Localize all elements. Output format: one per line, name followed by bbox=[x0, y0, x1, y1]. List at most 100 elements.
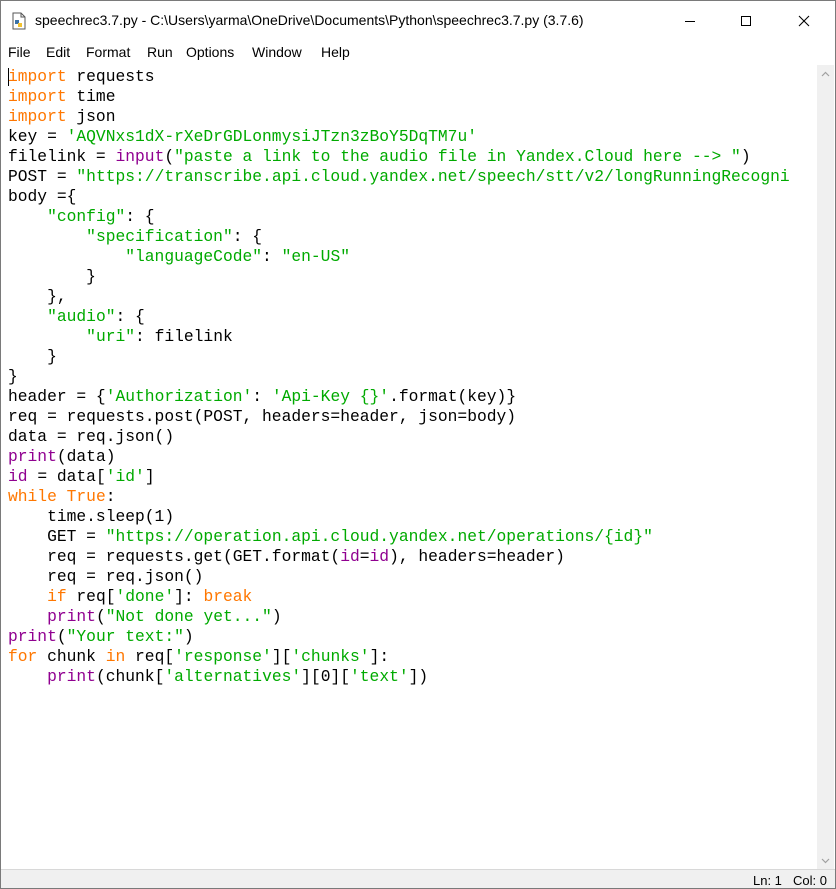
string-token: "https://transcribe.api.cloud.yandex.net… bbox=[76, 167, 790, 186]
code-line: key = 'AQVNxs1dX-rXeDrGDLonmysiJTzn3zBoY… bbox=[8, 127, 790, 147]
menu-run[interactable]: Run bbox=[147, 44, 173, 60]
code-line: "audio": { bbox=[8, 307, 790, 327]
code-token: req[ bbox=[66, 587, 116, 606]
code-token: time.sleep(1) bbox=[8, 507, 175, 526]
code-token: ) bbox=[183, 627, 194, 646]
string-token: 'text' bbox=[350, 667, 409, 686]
code-token: data = req.json() bbox=[8, 427, 175, 446]
code-token: POST = bbox=[8, 167, 77, 186]
code-token: req = req.json() bbox=[8, 567, 204, 586]
code-line: while True: bbox=[8, 487, 790, 507]
python-file-icon bbox=[10, 12, 28, 30]
code-line: print(chunk['alternatives'][0]['text']) bbox=[8, 667, 790, 687]
code-token: req[ bbox=[125, 647, 175, 666]
code-token: ] bbox=[144, 467, 155, 486]
code-token: ][0][ bbox=[301, 667, 351, 686]
code-token: : { bbox=[125, 207, 155, 226]
code-token: body ={ bbox=[8, 187, 77, 206]
code-token: : bbox=[252, 387, 272, 406]
code-token: req = requests.get(GET.format( bbox=[8, 547, 341, 566]
code-token: ]: bbox=[174, 587, 204, 606]
code-token: ) bbox=[271, 607, 282, 626]
string-token: "config" bbox=[47, 207, 126, 226]
code-line: "specification": { bbox=[8, 227, 790, 247]
string-token: "Your text:" bbox=[66, 627, 184, 646]
menu-edit[interactable]: Edit bbox=[46, 44, 70, 60]
code-line: import json bbox=[8, 107, 790, 127]
code-line: print("Your text:") bbox=[8, 627, 790, 647]
code-token: (chunk[ bbox=[95, 667, 165, 686]
keyword-token: in bbox=[105, 647, 126, 666]
code-editor[interactable]: import requests import time import json key… bbox=[2, 65, 816, 869]
code-line: "config": { bbox=[8, 207, 790, 227]
code-line: for chunk in req['response']['chunks']: bbox=[8, 647, 790, 667]
code-line: import requests bbox=[8, 67, 790, 87]
code-line: req = requests.get(GET.format(id=id), he… bbox=[8, 547, 790, 567]
code-token: }, bbox=[8, 287, 67, 306]
string-token: 'alternatives' bbox=[164, 667, 302, 686]
code-token: } bbox=[8, 267, 96, 286]
scroll-down-button[interactable] bbox=[817, 852, 834, 869]
code-line: } bbox=[8, 367, 790, 387]
code-token: (data) bbox=[56, 447, 116, 466]
status-column: Col: 0 bbox=[793, 873, 827, 888]
code-token: : bbox=[105, 487, 116, 506]
string-token: "uri" bbox=[86, 327, 136, 346]
keyword-token: while bbox=[8, 487, 57, 506]
scroll-up-button[interactable] bbox=[817, 65, 834, 82]
keyword-token: break bbox=[203, 587, 253, 606]
keyword-token: import bbox=[8, 67, 67, 86]
code-token: requests bbox=[66, 67, 155, 86]
minimize-button[interactable] bbox=[661, 1, 719, 41]
code-token: ]: bbox=[369, 647, 390, 666]
menu-file[interactable]: File bbox=[8, 44, 31, 60]
code-token: ( bbox=[164, 147, 175, 166]
code-token: ( bbox=[56, 627, 67, 646]
code-line: } bbox=[8, 267, 790, 287]
menu-window[interactable]: Window bbox=[252, 44, 302, 60]
code-token: } bbox=[8, 347, 57, 366]
code-token: = bbox=[359, 547, 370, 566]
code-line: id = data['id'] bbox=[8, 467, 790, 487]
code-line: filelink = input("paste a link to the au… bbox=[8, 147, 790, 167]
code-token: chunk bbox=[37, 647, 106, 666]
code-token: : filelink bbox=[135, 327, 233, 346]
builtin-token: print bbox=[47, 667, 96, 686]
menu-format[interactable]: Format bbox=[86, 44, 130, 60]
string-token: 'Api-Key {}' bbox=[271, 387, 390, 406]
string-token: 'Authorization' bbox=[105, 387, 253, 406]
code-token: .format(key)} bbox=[389, 387, 517, 406]
code-token: ) bbox=[740, 147, 751, 166]
menu-options[interactable]: Options bbox=[186, 44, 234, 60]
string-token: 'id' bbox=[105, 467, 145, 486]
maximize-button[interactable] bbox=[717, 1, 775, 41]
code-line: req = req.json() bbox=[8, 567, 790, 587]
code-line: print(data) bbox=[8, 447, 790, 467]
keyword-token: True bbox=[66, 487, 106, 506]
code-token: ][ bbox=[271, 647, 292, 666]
code-line: body ={ bbox=[8, 187, 790, 207]
menu-bar: File Edit Format Run Options Window Help bbox=[1, 41, 835, 65]
maximize-icon bbox=[741, 16, 751, 26]
chevron-down-icon bbox=[821, 858, 830, 863]
code-token: } bbox=[8, 367, 18, 386]
vertical-scrollbar[interactable] bbox=[817, 65, 834, 869]
code-token: ]) bbox=[408, 667, 429, 686]
code-line: "uri": filelink bbox=[8, 327, 790, 347]
string-token: "audio" bbox=[47, 307, 116, 326]
builtin-token: input bbox=[115, 147, 165, 166]
code-token: = data[ bbox=[27, 467, 106, 486]
title-bar[interactable]: speechrec3.7.py - C:\Users\yarma\OneDriv… bbox=[1, 1, 835, 41]
code-token: : bbox=[262, 247, 282, 266]
code-line: }, bbox=[8, 287, 790, 307]
code-line: } bbox=[8, 347, 790, 367]
status-bar: Ln: 1 Col: 0 bbox=[1, 869, 835, 888]
close-button[interactable] bbox=[775, 1, 833, 41]
menu-help[interactable]: Help bbox=[321, 44, 350, 60]
